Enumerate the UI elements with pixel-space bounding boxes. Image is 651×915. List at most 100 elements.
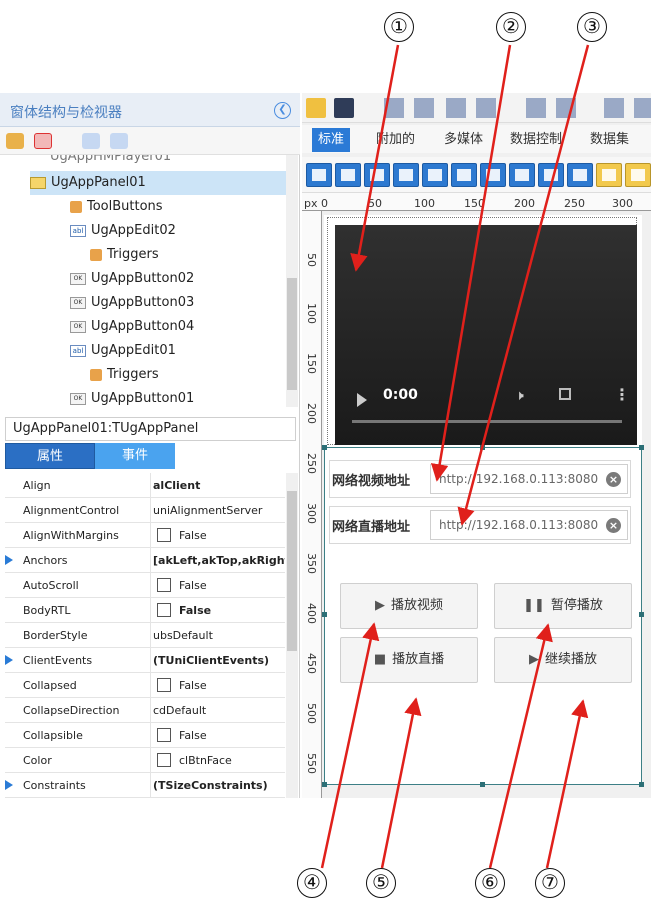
tree-item[interactable]: Triggers [90, 363, 159, 387]
expand-icon[interactable] [5, 555, 13, 565]
expand-icon[interactable] [5, 655, 13, 665]
clear-icon[interactable]: × [606, 472, 621, 487]
property-value[interactable]: False [153, 677, 207, 692]
delete-icon[interactable] [34, 133, 52, 149]
live-url-input[interactable]: http://192.168.0.113:8080 × [430, 510, 628, 540]
tree-item[interactable]: abl UgAppEdit01 [70, 339, 176, 363]
video-progress-bar[interactable] [352, 420, 622, 423]
button-icon[interactable] [335, 163, 361, 187]
play-icon[interactable] [357, 393, 367, 407]
tab-events[interactable]: 事件 [95, 443, 175, 469]
video-player-frame[interactable]: 0:00 🕨 ⋮ [327, 217, 637, 445]
video-url-input[interactable]: http://192.168.0.113:8080 × [430, 464, 628, 494]
frame-icon[interactable] [306, 163, 332, 187]
property-row[interactable]: CollapseDirection cdDefault [5, 698, 285, 723]
property-row[interactable]: AlignmentControl uniAlignmentServer [5, 498, 285, 523]
space-vertical-icon[interactable] [634, 98, 651, 118]
chevron-left-icon[interactable]: ❮ [274, 102, 291, 119]
resize-handle[interactable] [322, 612, 327, 617]
component-tab[interactable]: 数据集 [584, 128, 635, 152]
property-row[interactable]: Align alClient [5, 473, 285, 498]
tab-properties[interactable]: 属性 [5, 443, 95, 469]
add-icon[interactable] [6, 133, 24, 149]
volume-icon[interactable]: 🕨 [515, 388, 524, 404]
property-row[interactable]: Constraints (TSizeConstraints) [5, 773, 285, 798]
memo-icon[interactable] [451, 163, 477, 187]
tree-item[interactable]: UgAppPanel01 [30, 171, 286, 195]
resize-handle[interactable] [639, 612, 644, 617]
align-right-icon[interactable] [414, 98, 434, 118]
more-options-icon[interactable]: ⋮ [614, 385, 630, 404]
checkbox[interactable] [157, 677, 171, 692]
groupbox-icon[interactable] [625, 163, 651, 187]
label-icon[interactable] [364, 163, 390, 187]
edit-icon[interactable] [480, 163, 506, 187]
play-video-button[interactable]: ▶ 播放视频 [340, 583, 478, 629]
resize-handle[interactable] [480, 782, 485, 787]
property-row[interactable]: Color clBtnFace [5, 748, 285, 773]
control-panel[interactable]: 网络视频地址 http://192.168.0.113:8080 × 网络直播地… [322, 445, 644, 787]
radio-icon[interactable] [538, 163, 564, 187]
center-horizontal-icon[interactable] [526, 98, 546, 118]
component-tab[interactable]: 数据控制 [504, 128, 568, 152]
resume-button[interactable]: ▶ 继续播放 [494, 637, 632, 683]
property-value[interactable]: cdDefault [153, 704, 206, 717]
property-row[interactable]: ClientEvents (TUniClientEvents) [5, 648, 285, 673]
save-icon[interactable] [334, 98, 354, 118]
component-tab[interactable]: 多媒体 [438, 128, 489, 152]
move-down-icon[interactable] [110, 133, 128, 149]
video-player[interactable]: 0:00 🕨 ⋮ [335, 225, 637, 445]
property-value[interactable]: False [153, 602, 211, 617]
move-up-icon[interactable] [82, 133, 100, 149]
pause-button[interactable]: ❚❚ 暂停播放 [494, 583, 632, 629]
property-value[interactable]: alClient [153, 479, 200, 492]
checkbox[interactable] [157, 602, 171, 617]
space-horizontal-icon[interactable] [604, 98, 624, 118]
component-tab[interactable]: 附加的 [370, 128, 421, 152]
image-icon[interactable] [393, 163, 419, 187]
property-value[interactable]: uniAlignmentServer [153, 504, 262, 517]
checkbox[interactable] [157, 727, 171, 742]
tree-item[interactable]: Triggers [90, 243, 159, 267]
property-value[interactable]: clBtnFace [153, 752, 232, 767]
property-row[interactable]: BorderStyle ubsDefault [5, 623, 285, 648]
property-row[interactable]: AlignWithMargins False [5, 523, 285, 548]
center-vertical-icon[interactable] [556, 98, 576, 118]
tree-item[interactable]: OK UgAppButton04 [70, 315, 194, 339]
listbox-icon[interactable] [567, 163, 593, 187]
play-live-button[interactable]: ■ 播放直播 [340, 637, 478, 683]
component-tab[interactable]: 标准 [312, 128, 351, 152]
property-row[interactable]: BodyRTL False [5, 598, 285, 623]
property-scrollbar-thumb[interactable] [287, 491, 297, 651]
property-row[interactable]: AutoScroll False [5, 573, 285, 598]
checkbox[interactable] [157, 527, 171, 542]
property-value[interactable]: [akLeft,akTop,akRight [153, 554, 285, 567]
tree-item[interactable]: OK UgAppButton02 [70, 267, 194, 291]
property-value[interactable]: False [153, 577, 207, 592]
tree-item[interactable]: OK UgAppButton03 [70, 291, 194, 315]
text-icon[interactable] [422, 163, 448, 187]
property-value[interactable]: False [153, 727, 207, 742]
resize-handle[interactable] [322, 782, 327, 787]
resize-handle[interactable] [639, 782, 644, 787]
checkbox-icon[interactable] [509, 163, 535, 187]
resize-handle[interactable] [322, 445, 327, 450]
checkbox[interactable] [157, 577, 171, 592]
align-bottom-icon[interactable] [476, 98, 496, 118]
open-folder-icon[interactable] [306, 98, 326, 118]
tree-item[interactable]: abl UgAppEdit02 [70, 219, 176, 243]
clear-icon[interactable]: × [606, 518, 621, 533]
tree-item-partial[interactable]: UgAppHMPlayer01 [50, 155, 171, 169]
property-value[interactable]: ubsDefault [153, 629, 213, 642]
align-top-icon[interactable] [446, 98, 466, 118]
property-value[interactable]: (TUniClientEvents) [153, 654, 269, 667]
property-row[interactable]: Collapsible False [5, 723, 285, 748]
panel-icon[interactable] [596, 163, 622, 187]
checkbox[interactable] [157, 752, 171, 767]
resize-handle[interactable] [480, 445, 485, 450]
expand-icon[interactable] [5, 780, 13, 790]
align-left-icon[interactable] [384, 98, 404, 118]
property-value[interactable]: (TSizeConstraints) [153, 779, 268, 792]
tree-item[interactable]: ToolButtons [70, 195, 163, 219]
property-row[interactable]: Anchors [akLeft,akTop,akRight [5, 548, 285, 573]
